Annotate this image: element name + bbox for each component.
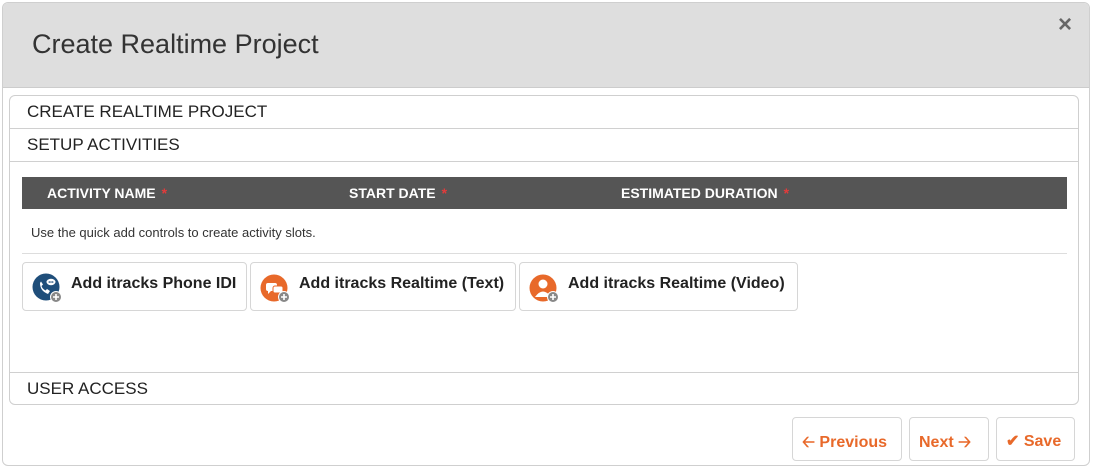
add-realtime-video-label: Add itracks Realtime (Video) bbox=[568, 275, 785, 292]
required-marker: * bbox=[441, 185, 448, 201]
save-button[interactable]: ✔ Save bbox=[996, 417, 1075, 461]
add-phone-idi-button[interactable]: Add itracks Phone IDI bbox=[22, 262, 247, 311]
required-marker: * bbox=[783, 185, 790, 201]
next-label: Next bbox=[919, 434, 954, 451]
next-button[interactable]: Next 🡢 bbox=[909, 417, 989, 461]
section-setup-activities[interactable]: SETUP ACTIVITIES bbox=[10, 129, 1078, 162]
arrow-right-icon: 🡢 bbox=[958, 434, 972, 451]
quick-add-hint: Use the quick add controls to create act… bbox=[31, 225, 316, 240]
column-estimated-duration: ESTIMATED DURATION * bbox=[621, 185, 790, 201]
check-icon: ✔ bbox=[1006, 433, 1020, 450]
section-user-access[interactable]: USER ACCESS bbox=[10, 372, 1078, 405]
required-marker: * bbox=[161, 185, 168, 201]
close-icon[interactable]: × bbox=[1055, 13, 1075, 37]
wizard-panel: CREATE REALTIME PROJECT SETUP ACTIVITIES… bbox=[9, 95, 1079, 405]
create-project-dialog: Create Realtime Project × CREATE REALTIM… bbox=[2, 2, 1090, 466]
dialog-header: Create Realtime Project × bbox=[3, 3, 1089, 88]
person-video-icon bbox=[529, 274, 559, 303]
add-realtime-text-button[interactable]: Add itracks Realtime (Text) bbox=[250, 262, 516, 311]
column-start-date: START DATE * bbox=[349, 185, 448, 201]
add-realtime-text-label: Add itracks Realtime (Text) bbox=[299, 275, 505, 292]
column-activity-name: ACTIVITY NAME * bbox=[47, 185, 168, 201]
activity-table-header: ACTIVITY NAME * START DATE * ESTIMATED DUR… bbox=[22, 177, 1067, 209]
add-realtime-video-button[interactable]: Add itracks Realtime (Video) bbox=[519, 262, 798, 311]
add-phone-idi-label: Add itracks Phone IDI bbox=[71, 275, 237, 292]
previous-button[interactable]: 🡠 Previous bbox=[792, 417, 902, 461]
dialog-title: Create Realtime Project bbox=[32, 29, 319, 59]
divider bbox=[22, 253, 1067, 254]
save-label: Save bbox=[1023, 433, 1062, 450]
arrow-left-icon: 🡠 bbox=[802, 434, 815, 451]
section-create-realtime-project[interactable]: CREATE REALTIME PROJECT bbox=[10, 96, 1078, 129]
phone-chat-icon bbox=[32, 273, 62, 303]
previous-label: Previous bbox=[819, 434, 888, 451]
chat-bubbles-icon bbox=[260, 274, 290, 303]
